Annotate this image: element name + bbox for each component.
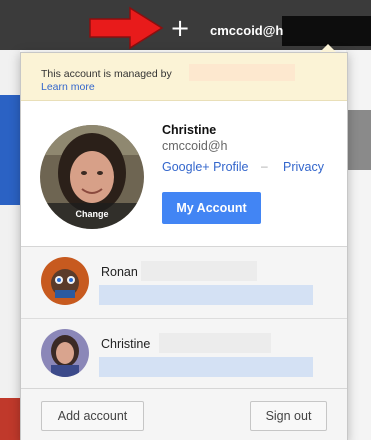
background-left-red-block [0,398,20,440]
account-avatar-christine [41,329,89,377]
account-name-ronan: Ronan [101,265,138,279]
google-plus-profile-link[interactable]: Google+ Profile [162,160,249,174]
background-left-blue-block [0,95,20,205]
account-name-redaction [141,261,257,281]
account-row-ronan[interactable]: Ronan [21,247,347,317]
account-avatar-ronan [41,257,89,305]
account-name-redaction [159,333,271,353]
learn-more-link[interactable]: Learn more [41,81,95,93]
other-accounts-list: Ronan Christine [21,246,347,388]
sign-out-button[interactable]: Sign out [250,401,327,431]
account-row-christine[interactable]: Christine [21,318,347,388]
red-arrow-icon [89,6,164,50]
account-email-redaction [99,285,313,305]
change-photo-label[interactable]: Change [40,209,144,219]
privacy-link[interactable]: Privacy [283,160,324,174]
top-bar-redaction [282,16,371,46]
managed-account-notice: This account is managed by Learn more [21,53,347,101]
popup-caret [320,44,336,52]
add-account-button[interactable]: Add account [41,401,144,431]
account-email-redaction [99,357,313,377]
plus-icon[interactable]: + [170,14,190,42]
managed-notice-text: This account is managed by [41,68,172,80]
account-name-christine: Christine [101,337,151,351]
background-right-grey-block [346,110,371,170]
profile-avatar[interactable]: Change [40,125,144,229]
background-right-edge [346,50,371,440]
managed-by-redaction [189,64,295,81]
account-name-button[interactable]: cmccoid@h [210,23,283,38]
profile-name: Christine [162,123,217,137]
account-popup: This account is managed by Learn more Ch… [20,52,348,440]
link-separator: – [261,159,268,173]
my-account-button[interactable]: My Account [162,192,261,224]
profile-email: cmccoid@h [162,139,228,153]
popup-footer: Add account Sign out [21,388,347,440]
